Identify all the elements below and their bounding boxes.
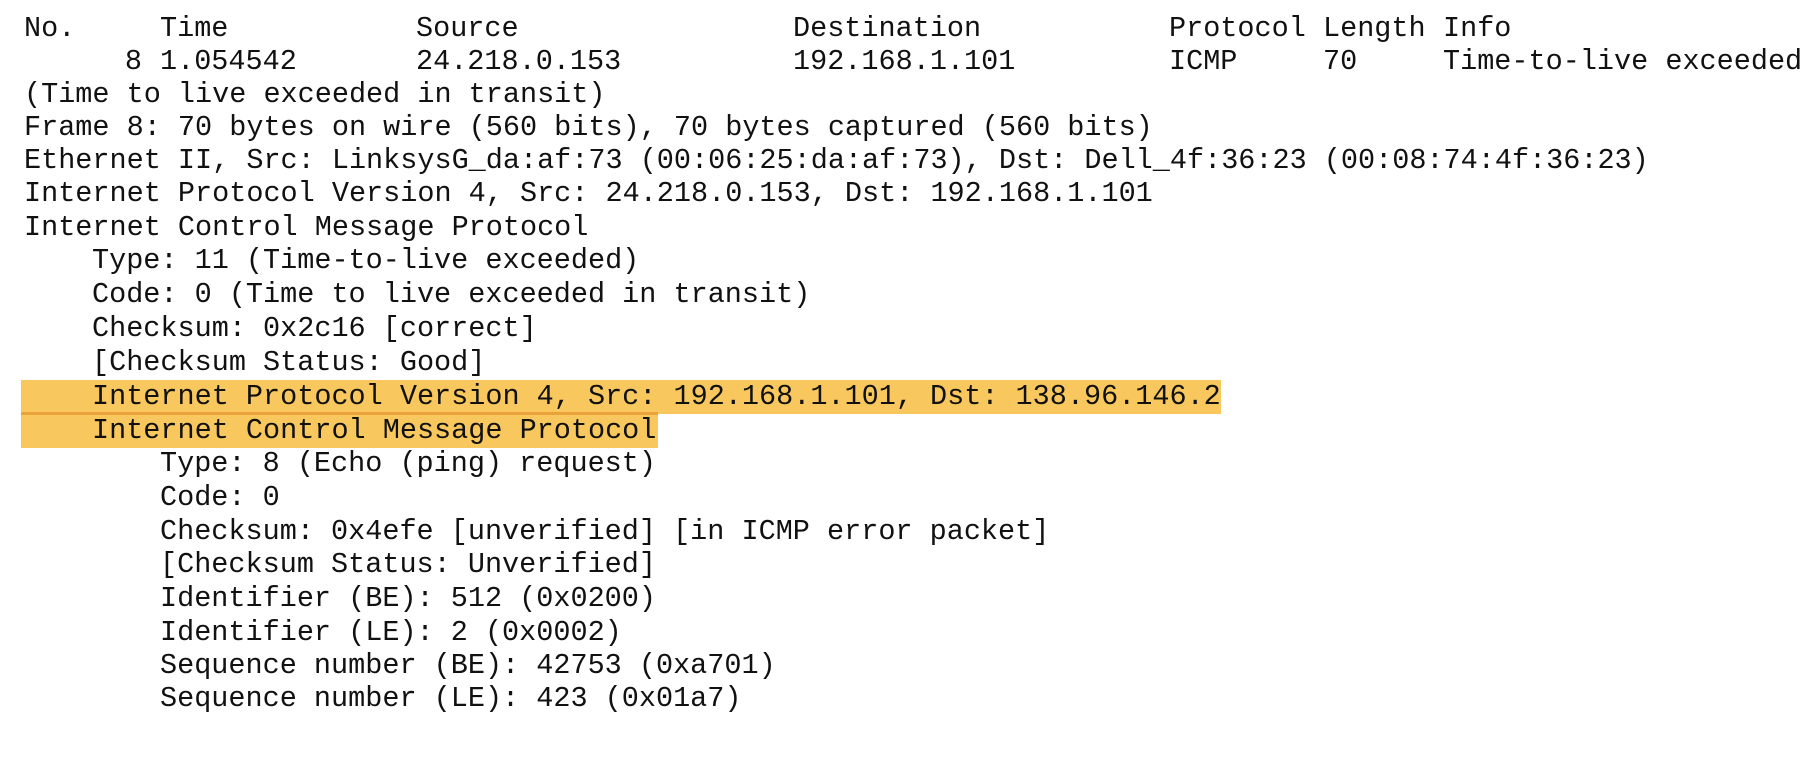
tree-item-inner-ipv4-label: Internet Protocol Version 4, Src: 192.16…: [92, 380, 1221, 413]
tree-item-identifier-le-label: Identifier (LE): 2 (0x0002): [160, 616, 622, 649]
tree-item-identifier-be[interactable]: Identifier (BE): 512 (0x0200): [0, 582, 656, 616]
info-continuation: (Time to live exceeded in transit): [0, 78, 606, 112]
column-header-destination[interactable]: Destination: [793, 12, 981, 46]
tree-item-ipv4-label: Internet Protocol Version 4, Src: 24.218…: [24, 177, 1153, 210]
column-header-source[interactable]: Source: [416, 12, 519, 46]
tree-item-icmp-checksum-status[interactable]: [Checksum Status: Good]: [0, 346, 485, 380]
tree-item-sequence-be[interactable]: Sequence number (BE): 42753 (0xa701): [0, 649, 776, 683]
tree-item-icmp-checksum[interactable]: Checksum: 0x2c16 [correct]: [0, 312, 537, 346]
info-continuation-text: (Time to live exceeded in transit): [24, 78, 606, 111]
tree-item-icmp-checksum-status-label: [Checksum Status: Good]: [92, 346, 486, 379]
tree-item-inner-type-label: Type: 8 (Echo (ping) request): [160, 447, 656, 480]
packet-info: Time-to-live exceeded: [1443, 45, 1803, 78]
tree-item-inner-ipv4[interactable]: Internet Protocol Version 4, Src: 192.16…: [0, 380, 1221, 414]
tree-item-inner-code-label: Code: 0: [160, 481, 280, 514]
tree-item-inner-icmp-label: Internet Control Message Protocol: [92, 414, 657, 447]
tree-item-icmp-code-label: Code: 0 (Time to live exceeded in transi…: [92, 278, 811, 311]
tree-item-icmp-code[interactable]: Code: 0 (Time to live exceeded in transi…: [0, 278, 810, 312]
tree-item-inner-checksum-status[interactable]: [Checksum Status: Unverified]: [0, 548, 656, 582]
tree-item-ethernet-label: Ethernet II, Src: LinksysG_da:af:73 (00:…: [24, 144, 1649, 177]
column-header-info[interactable]: Info: [1443, 12, 1511, 46]
tree-item-inner-checksum[interactable]: Checksum: 0x4efe [unverified] [in ICMP e…: [0, 515, 1049, 549]
tree-item-ethernet[interactable]: Ethernet II, Src: LinksysG_da:af:73 (00:…: [0, 144, 1649, 178]
tree-item-icmp[interactable]: Internet Control Message Protocol: [0, 211, 588, 245]
packet-list-header: No. Time Source Destination Protocol Len…: [0, 12, 1816, 46]
packet-time: 1.054542: [160, 45, 297, 78]
tree-item-sequence-be-label: Sequence number (BE): 42753 (0xa701): [160, 649, 776, 682]
column-header-protocol[interactable]: Protocol: [1169, 12, 1306, 46]
packet-destination: 192.168.1.101: [793, 45, 1016, 78]
packet-capture-view: No. Time Source Destination Protocol Len…: [0, 0, 1816, 748]
tree-item-inner-icmp[interactable]: Internet Control Message Protocol: [0, 414, 656, 448]
column-header-time[interactable]: Time: [160, 12, 228, 46]
tree-item-inner-type[interactable]: Type: 8 (Echo (ping) request): [0, 447, 656, 481]
tree-item-sequence-le[interactable]: Sequence number (LE): 423 (0x01a7): [0, 682, 742, 716]
column-header-length[interactable]: Length: [1323, 12, 1426, 46]
tree-item-icmp-label: Internet Control Message Protocol: [24, 211, 589, 244]
tree-item-icmp-checksum-label: Checksum: 0x2c16 [correct]: [92, 312, 537, 345]
tree-item-icmp-type[interactable]: Type: 11 (Time-to-live exceeded): [0, 244, 639, 278]
tree-item-inner-code[interactable]: Code: 0: [0, 481, 280, 515]
tree-item-frame[interactable]: Frame 8: 70 bytes on wire (560 bits), 70…: [0, 111, 1153, 145]
tree-item-frame-label: Frame 8: 70 bytes on wire (560 bits), 70…: [24, 111, 1153, 144]
packet-protocol: ICMP: [1169, 45, 1238, 78]
tree-item-icmp-type-label: Type: 11 (Time-to-live exceeded): [92, 244, 640, 277]
column-header-no[interactable]: No.: [24, 12, 75, 46]
tree-item-sequence-le-label: Sequence number (LE): 423 (0x01a7): [160, 682, 742, 715]
tree-item-inner-checksum-label: Checksum: 0x4efe [unverified] [in ICMP e…: [160, 515, 1050, 548]
packet-number: 8: [124, 45, 142, 78]
packet-length: 70: [1323, 45, 1358, 78]
tree-item-ipv4[interactable]: Internet Protocol Version 4, Src: 24.218…: [0, 177, 1153, 211]
packet-source: 24.218.0.153: [416, 45, 622, 78]
tree-item-identifier-le[interactable]: Identifier (LE): 2 (0x0002): [0, 616, 622, 650]
tree-item-identifier-be-label: Identifier (BE): 512 (0x0200): [160, 582, 656, 615]
packet-row[interactable]: 8 1.054542 24.218.0.153 192.168.1.101 IC…: [0, 45, 1816, 79]
tree-item-inner-checksum-status-label: [Checksum Status: Unverified]: [160, 548, 656, 581]
